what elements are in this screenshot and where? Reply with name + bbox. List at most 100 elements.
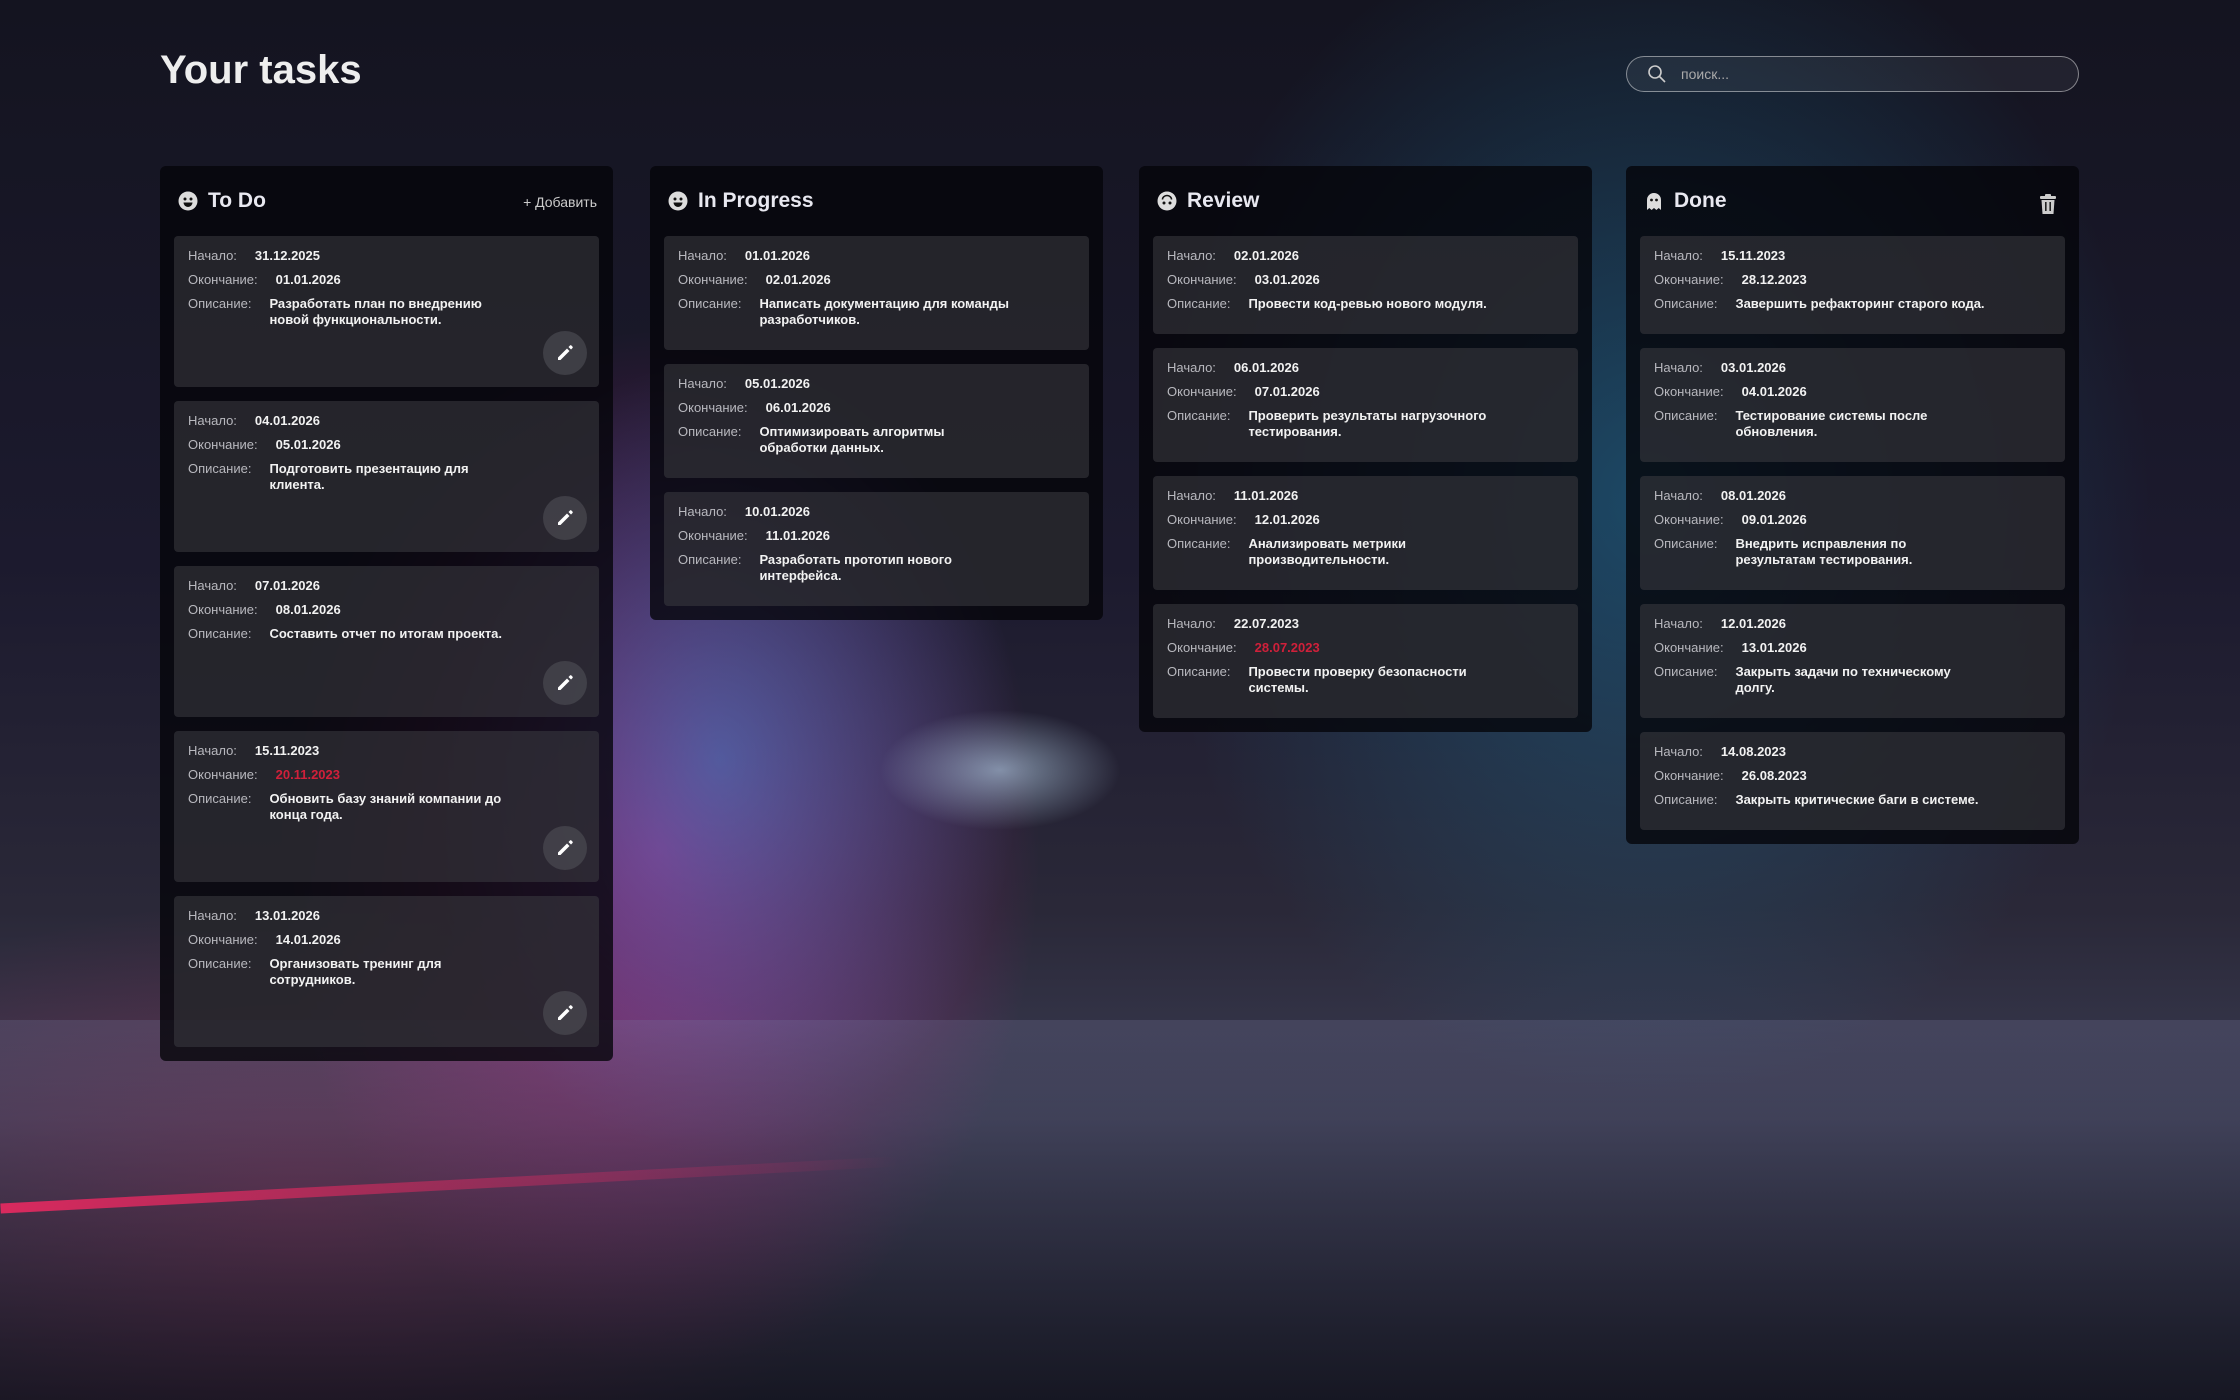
edit-button[interactable]: [543, 826, 587, 870]
pencil-icon: [558, 675, 573, 690]
column-title: Review: [1187, 189, 1260, 212]
start-label: Начало:: [188, 578, 237, 593]
end-label: Окончание:: [678, 400, 748, 415]
end-date: 12.01.2026: [1254, 512, 1320, 527]
task-card[interactable]: Начало: 03.01.2026 Окончание: 04.01.2026 О…: [1640, 348, 2065, 462]
start-label: Начало:: [1167, 248, 1216, 263]
column-header: In Progress: [664, 166, 1089, 236]
end-date: 13.01.2026: [1741, 640, 1807, 655]
task-description: Внедрить исправления по результатам тест…: [1735, 536, 1913, 567]
task-card[interactable]: Начало: 15.11.2023 Окончание: 28.12.2023 О…: [1640, 236, 2065, 334]
end-date: 28.07.2023: [1254, 640, 1320, 655]
column-title: Done: [1674, 189, 1727, 212]
column-review: Review Начало: 02.01.2026 Окончание: 03.01…: [1139, 166, 1592, 732]
task-card[interactable]: Начало: 22.07.2023 Окончание: 28.07.2023 О…: [1153, 604, 1578, 718]
description-label: Описание:: [1654, 792, 1718, 807]
end-label: Окончание:: [1167, 512, 1237, 527]
task-description: Подготовить презентацию для клиента.: [269, 461, 469, 492]
column-title: To Do: [208, 189, 266, 212]
start-date: 13.01.2026: [254, 908, 320, 923]
pencil-icon: [558, 345, 573, 360]
description-label: Описание:: [678, 424, 742, 439]
start-date: 01.01.2026: [744, 248, 810, 263]
end-label: Окончание:: [1167, 272, 1237, 287]
end-label: Окончание:: [188, 767, 258, 782]
start-date: 07.01.2026: [254, 578, 320, 593]
end-date: 04.01.2026: [1741, 384, 1807, 399]
description-label: Описание:: [1167, 408, 1231, 423]
start-label: Начало:: [1654, 744, 1703, 759]
task-card[interactable]: Начало: 13.01.2026 Окончание: 14.01.2026 О…: [174, 896, 599, 1047]
description-label: Описание:: [1654, 536, 1718, 551]
task-card[interactable]: Начало: 04.01.2026 Окончание: 05.01.2026 О…: [174, 401, 599, 552]
start-label: Начало:: [1654, 360, 1703, 375]
start-label: Начало:: [1654, 248, 1703, 263]
end-label: Окончание:: [678, 528, 748, 543]
edit-button[interactable]: [543, 331, 587, 375]
pencil-icon: [558, 1005, 573, 1020]
start-label: Начало:: [678, 504, 727, 519]
search-box[interactable]: [1626, 56, 2079, 92]
description-label: Описание:: [188, 296, 252, 311]
task-card[interactable]: Начало: 06.01.2026 Окончание: 07.01.2026 О…: [1153, 348, 1578, 462]
description-label: Описание:: [1654, 296, 1718, 311]
start-label: Начало:: [188, 908, 237, 923]
start-date: 15.11.2023: [1720, 248, 1786, 263]
task-card[interactable]: Начало: 02.01.2026 Окончание: 03.01.2026 О…: [1153, 236, 1578, 334]
task-card[interactable]: Начало: 14.08.2023 Окончание: 26.08.2023 О…: [1640, 732, 2065, 830]
end-label: Окончание:: [1654, 272, 1724, 287]
start-label: Начало:: [188, 743, 237, 758]
smile-icon: [178, 191, 198, 211]
description-label: Описание:: [188, 461, 252, 476]
start-date: 14.08.2023: [1720, 744, 1786, 759]
edit-button[interactable]: [543, 496, 587, 540]
task-card[interactable]: Начало: 07.01.2026 Окончание: 08.01.2026 О…: [174, 566, 599, 717]
page-title: Your tasks: [160, 48, 362, 92]
task-description: Составить отчет по итогам проекта.: [269, 626, 503, 641]
pencil-icon: [558, 510, 573, 525]
start-label: Начало:: [188, 413, 237, 428]
column-to-do: To Do + Добавить Начало: 31.12.2025 Оконча…: [160, 166, 613, 1061]
start-label: Начало:: [1654, 616, 1703, 631]
end-date: 07.01.2026: [1254, 384, 1320, 399]
task-card[interactable]: Начало: 08.01.2026 Окончание: 09.01.2026 О…: [1640, 476, 2065, 590]
description-label: Описание:: [678, 552, 742, 567]
task-card[interactable]: Начало: 31.12.2025 Окончание: 01.01.2026 О…: [174, 236, 599, 387]
start-date: 12.01.2026: [1720, 616, 1786, 631]
task-description: Закрыть критические баги в системе.: [1735, 792, 1979, 807]
description-label: Описание:: [188, 626, 252, 641]
add-task-button[interactable]: + Добавить: [523, 194, 597, 210]
task-card[interactable]: Начало: 10.01.2026 Окончание: 11.01.2026 О…: [664, 492, 1089, 606]
task-card[interactable]: Начало: 15.11.2023 Окончание: 20.11.2023 О…: [174, 731, 599, 882]
start-date: 10.01.2026: [744, 504, 810, 519]
task-description: Завершить рефакторинг старого кода.: [1735, 296, 1985, 311]
start-label: Начало:: [1167, 616, 1216, 631]
task-card[interactable]: Начало: 01.01.2026 Окончание: 02.01.2026 О…: [664, 236, 1089, 350]
end-label: Окончание:: [188, 437, 258, 452]
end-date: 26.08.2023: [1741, 768, 1807, 783]
end-label: Окончание:: [1654, 384, 1724, 399]
column-header: To Do + Добавить: [174, 166, 599, 236]
end-label: Окончание:: [1654, 640, 1724, 655]
search-input[interactable]: [1681, 66, 2061, 82]
search-icon: [1648, 65, 1666, 83]
edit-button[interactable]: [543, 661, 587, 705]
task-card[interactable]: Начало: 05.01.2026 Окончание: 06.01.2026 О…: [664, 364, 1089, 478]
task-description: Оптимизировать алгоритмы обработки данны…: [759, 424, 945, 455]
task-card[interactable]: Начало: 12.01.2026 Окончание: 13.01.2026 О…: [1640, 604, 2065, 718]
start-date: 02.01.2026: [1233, 248, 1299, 263]
edit-button[interactable]: [543, 991, 587, 1035]
start-date: 03.01.2026: [1720, 360, 1786, 375]
start-date: 06.01.2026: [1233, 360, 1299, 375]
column-title: In Progress: [698, 189, 814, 212]
task-description: Закрыть задачи по техническому долгу.: [1735, 664, 1951, 695]
start-date: 11.01.2026: [1233, 488, 1299, 503]
start-label: Начало:: [188, 248, 237, 263]
task-description: Тестирование системы после обновления.: [1735, 408, 1928, 439]
trash-icon[interactable]: [2039, 194, 2057, 214]
start-date: 05.01.2026: [744, 376, 810, 391]
pencil-icon: [558, 840, 573, 855]
task-description: Анализировать метрики производительности…: [1248, 536, 1406, 567]
task-card[interactable]: Начало: 11.01.2026 Окончание: 12.01.2026 О…: [1153, 476, 1578, 590]
start-date: 22.07.2023: [1233, 616, 1299, 631]
